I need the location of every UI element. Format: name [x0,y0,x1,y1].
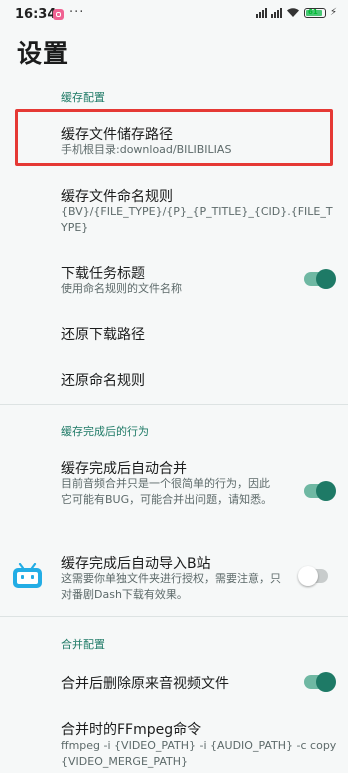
auto-merge-toggle[interactable] [304,481,336,501]
setting-ffmpeg-command-subtitle: ffmpeg -i {VIDEO_PATH} -i {AUDIO_PATH} -… [61,739,337,768]
setting-restore-download-path[interactable] [0,312,348,352]
section-divider [0,404,348,405]
auto-import-bili-toggle[interactable] [298,566,328,586]
setting-restore-download-path-title: 还原下载路径 [61,327,145,343]
battery-level: 61 [307,7,318,16]
page-title: 设置 [17,39,70,68]
bilibili-tv-icon [13,563,42,588]
setting-auto-merge-title: 缓存完成后自动合并 [61,461,187,477]
setting-naming-rule-title: 缓存文件命名规则 [61,189,173,205]
signal-icon [255,7,267,18]
setting-delete-after-merge-title: 合并后删除原来音视频文件 [61,676,229,692]
section-divider [0,616,348,617]
setting-ffmpeg-command-title: 合并时的FFmpeg命令 [61,722,202,738]
battery-icon: 61 [303,7,326,18]
wifi-icon [286,8,299,17]
signal-icon-2 [270,7,282,18]
setting-auto-import-bili-title: 缓存完成后自动导入B站 [61,556,211,572]
charging-icon: ⚡ [329,7,337,18]
section-header-cache-config: 缓存配置 [61,91,105,104]
download-task-title-toggle[interactable] [304,269,336,289]
setting-restore-naming-rule-title: 还原命名规则 [61,373,145,389]
section-header-merge-config: 合并配置 [61,638,105,651]
delete-after-merge-toggle[interactable] [304,672,336,692]
status-icons: 61 ⚡ [255,7,337,18]
setting-naming-rule-subtitle: {BV}/{FILE_TYPE}/{P}_{P_TITLE}_{CID}.{FI… [61,205,333,234]
highlight-box [15,109,333,166]
more-notifications-icon: ··· [69,5,85,20]
setting-download-task-title-subtitle: 使用命名规则的文件名称 [61,282,182,295]
setting-restore-naming-rule[interactable] [0,358,348,398]
section-header-after-cache: 缓存完成后的行为 [61,425,149,438]
setting-download-task-title-title: 下载任务标题 [61,266,145,282]
setting-auto-merge-subtitle: 目前音频合并只是一个很简单的行为，因此它可能有BUG，可能合并出问题，请知悉。 [61,477,273,506]
setting-auto-import-bili-subtitle: 这需要你单独文件夹进行授权，需要注意，只对番剧Dash下载有效果。 [61,572,281,601]
notification-app-icon [53,9,64,20]
status-time: 16:34 [15,7,57,22]
